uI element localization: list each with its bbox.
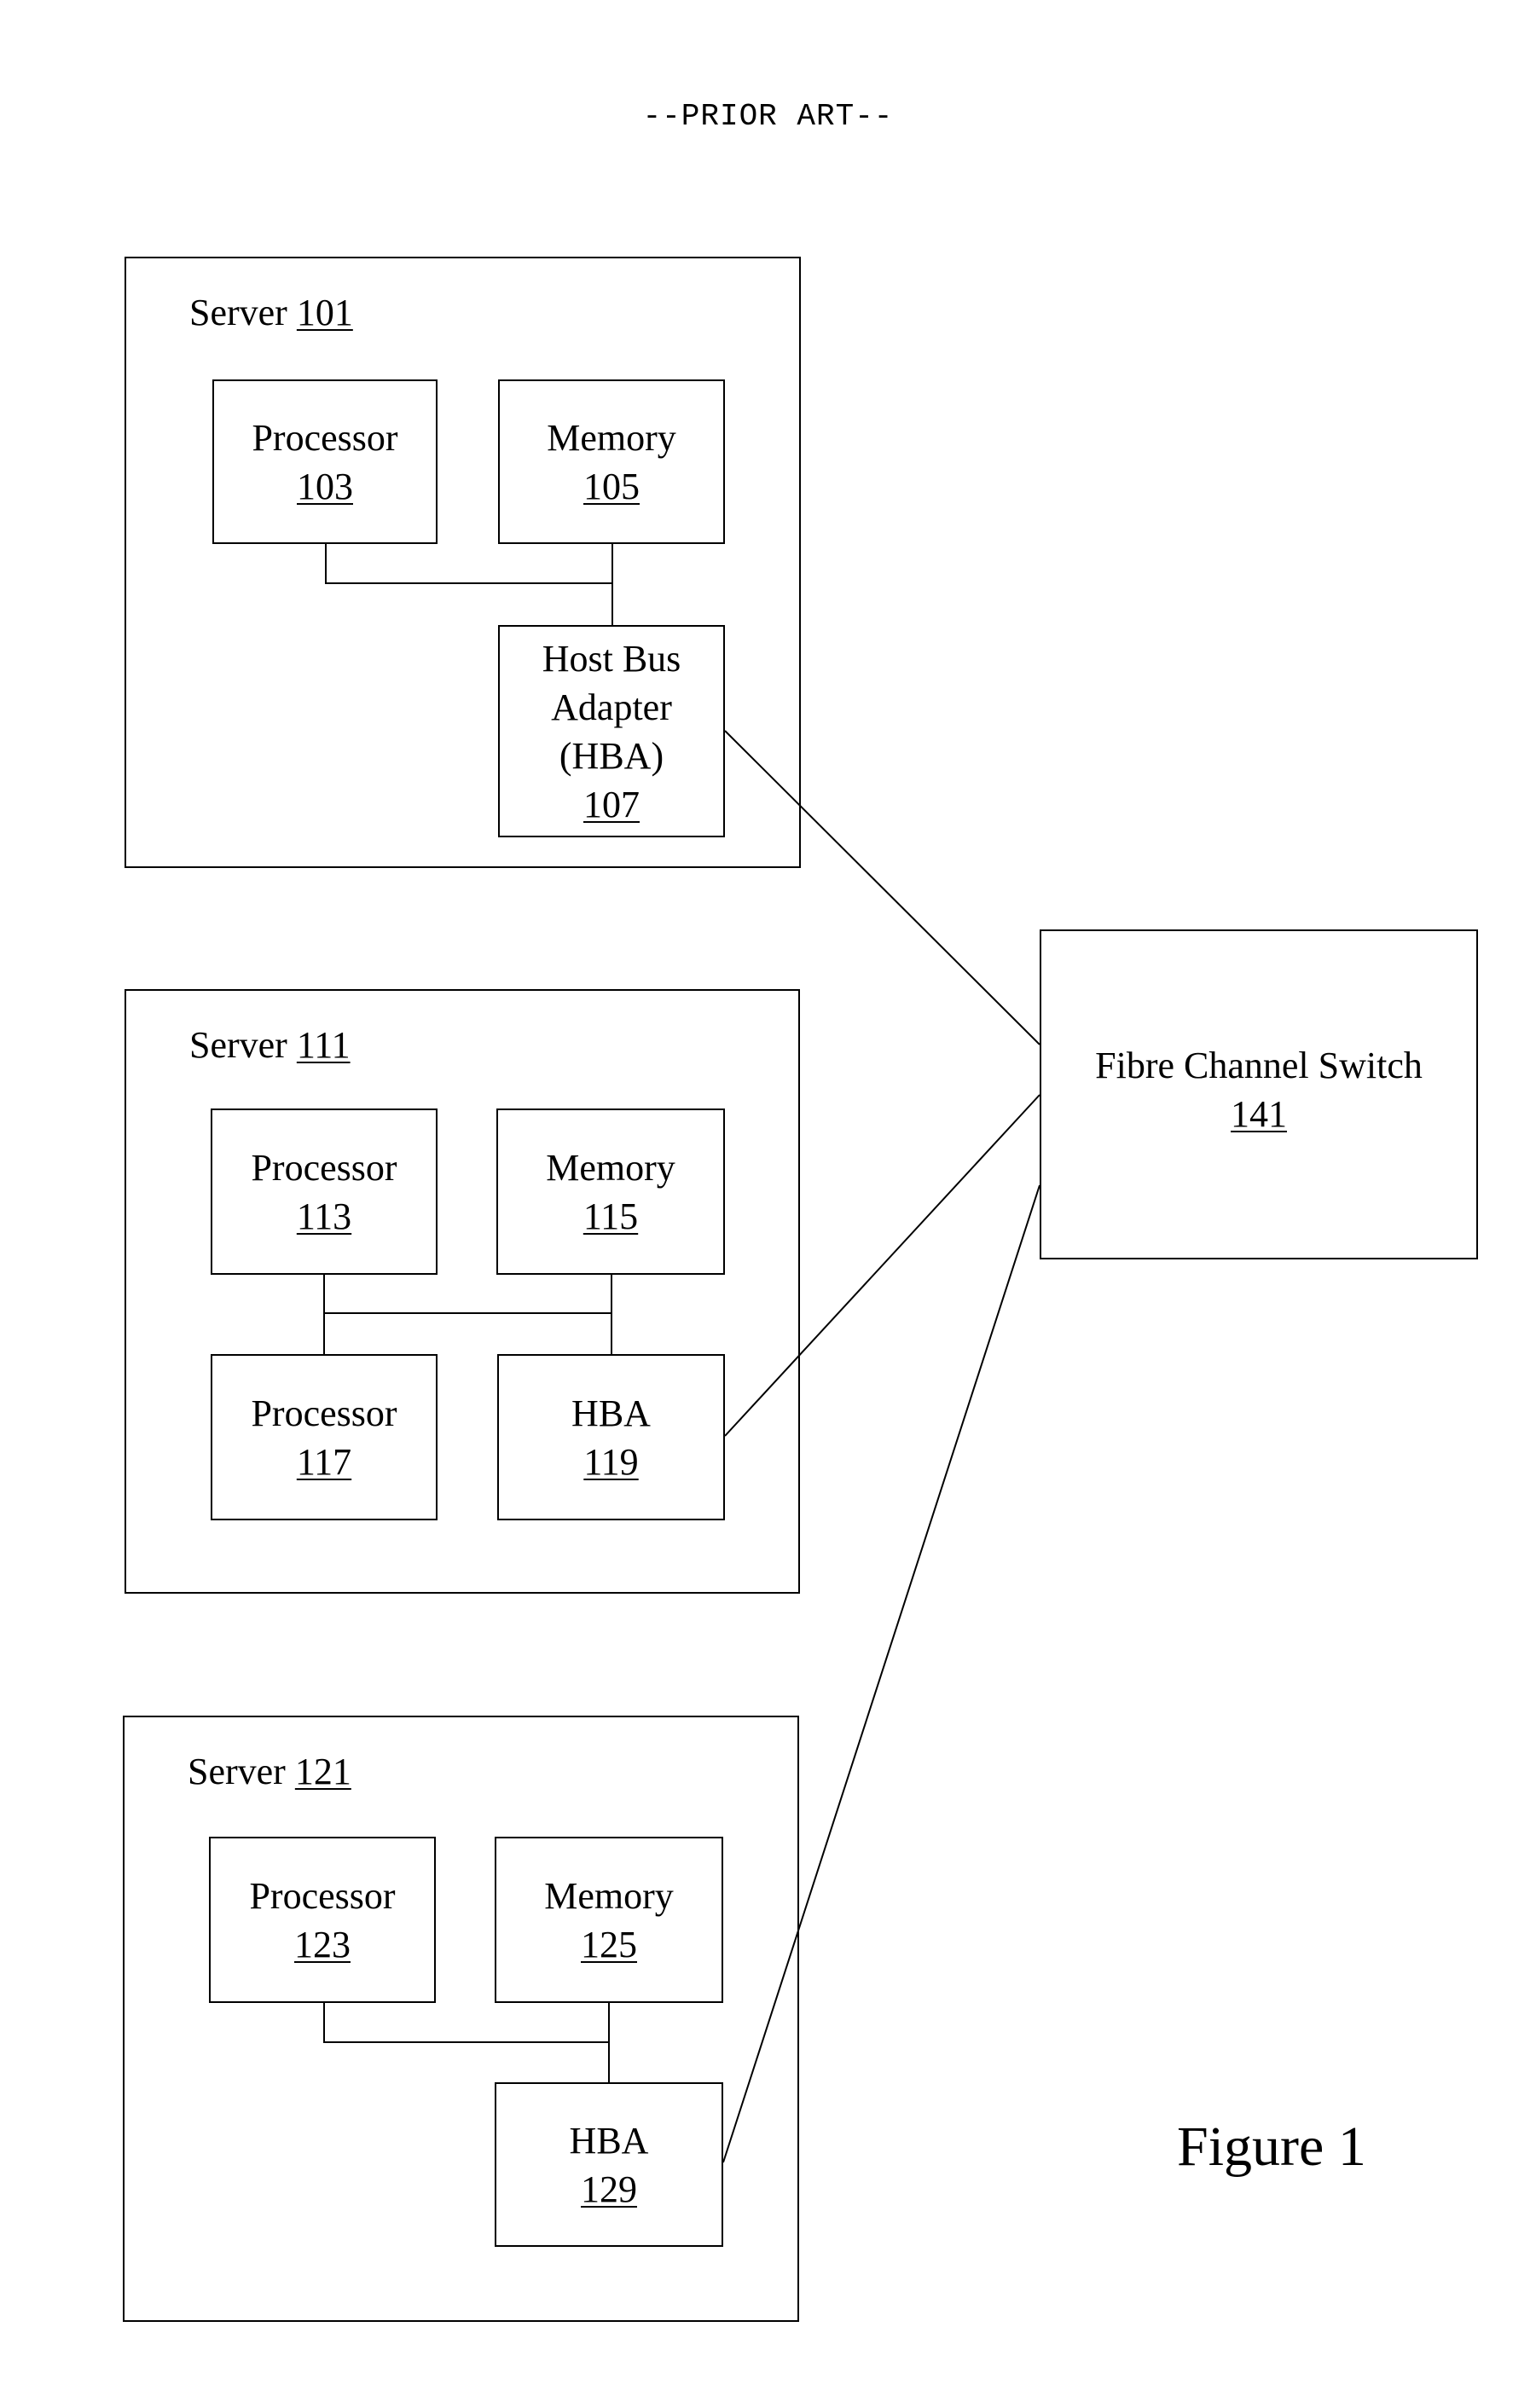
reference-number: 101 xyxy=(296,292,353,333)
processor-123: Processor 123 xyxy=(209,1837,436,2003)
component-label: HBA xyxy=(571,1392,651,1434)
figure-label: Figure 1 xyxy=(1177,2116,1366,2178)
component-label: Host Bus xyxy=(542,637,681,680)
reference-number: 121 xyxy=(294,1751,351,1792)
reference-number: 117 xyxy=(296,1440,352,1483)
reference-number: 107 xyxy=(583,783,640,825)
switch-label: Fibre Channel Switch xyxy=(1095,1044,1423,1086)
reference-number: 115 xyxy=(583,1195,639,1237)
patent-figure: --PRIOR ART-- Server 101 Processor 103 M… xyxy=(0,0,1536,2408)
reference-number: 105 xyxy=(583,465,640,507)
component-label: HBA xyxy=(569,2119,649,2162)
component-label: Adapter xyxy=(551,686,672,728)
reference-number: 103 xyxy=(297,465,353,507)
fibre-channel-switch-141: Fibre Channel Switch 141 xyxy=(1040,929,1478,1259)
reference-number: 113 xyxy=(296,1195,352,1237)
server-label: Server 111 xyxy=(189,1024,351,1066)
hba-119: HBA 119 xyxy=(497,1354,725,1520)
component-label: Processor xyxy=(251,1146,397,1189)
reference-number: 129 xyxy=(581,2168,637,2210)
component-label: Memory xyxy=(544,1874,674,1917)
memory-115: Memory 115 xyxy=(496,1108,725,1275)
reference-number: 125 xyxy=(581,1923,637,1965)
host-bus-adapter-107: Host Bus Adapter (HBA) 107 xyxy=(498,625,725,837)
component-label: Processor xyxy=(252,416,398,459)
memory-105: Memory 105 xyxy=(498,379,725,544)
processor-103: Processor 103 xyxy=(212,379,438,544)
memory-125: Memory 125 xyxy=(495,1837,723,2003)
reference-number: 111 xyxy=(296,1024,351,1066)
server-label: Server 121 xyxy=(188,1751,351,1792)
component-label: Memory xyxy=(547,416,676,459)
reference-number: 123 xyxy=(294,1923,351,1965)
processor-113: Processor 113 xyxy=(211,1108,438,1275)
hba-129: HBA 129 xyxy=(495,2082,723,2247)
component-label: Memory xyxy=(546,1146,675,1189)
component-label: Processor xyxy=(249,1874,396,1917)
reference-number: 141 xyxy=(1231,1092,1287,1135)
reference-number: 119 xyxy=(583,1440,639,1483)
server-label: Server 101 xyxy=(189,292,353,333)
component-label: Processor xyxy=(251,1392,397,1434)
component-label: (HBA) xyxy=(559,734,664,777)
processor-117: Processor 117 xyxy=(211,1354,438,1520)
